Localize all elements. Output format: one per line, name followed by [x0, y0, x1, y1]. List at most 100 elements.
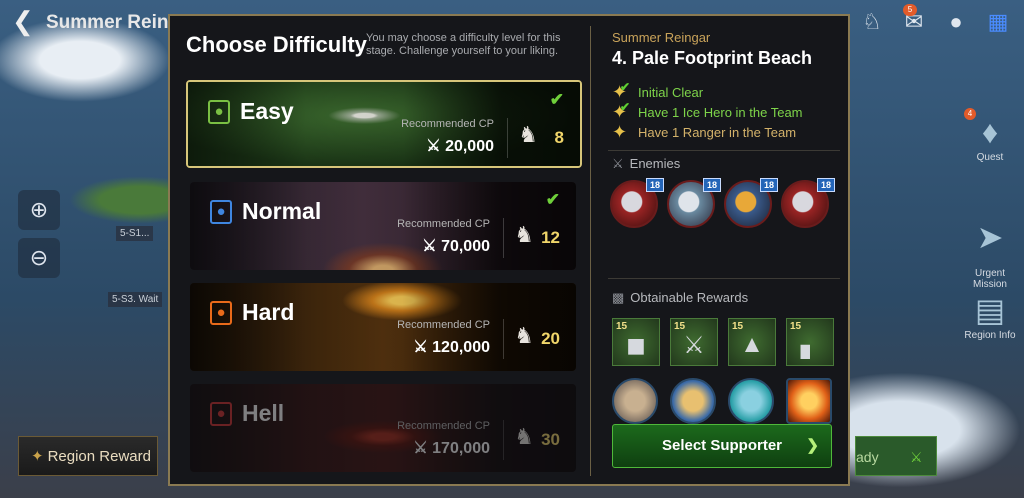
- map-node-label[interactable]: 5-S3. Wait: [108, 292, 163, 307]
- ready-button[interactable]: ady ⚔: [855, 436, 937, 476]
- chat-icon[interactable]: ●: [942, 8, 970, 36]
- swords-icon: ⚔: [422, 238, 442, 255]
- difficulty-name: Hard: [242, 299, 295, 325]
- recommended-cp-label: Recommended CP: [397, 218, 490, 230]
- mission-text: Have 1 Ice Hero in the Team: [638, 104, 803, 120]
- swords-icon: ⚔: [413, 440, 433, 457]
- helmet-icon: ▲: [740, 331, 764, 358]
- hero-portrait[interactable]: [670, 378, 716, 424]
- region-reward-button[interactable]: ✦ Region Reward: [18, 436, 158, 476]
- select-supporter-button[interactable]: Select Supporter ❯: [612, 424, 832, 468]
- difficulty-name: Easy: [240, 98, 294, 124]
- stamina-cost: 30: [541, 430, 560, 449]
- check-icon: ✔: [620, 79, 631, 94]
- enemy-level: 18: [645, 178, 664, 192]
- boots-icon: ▖: [800, 332, 820, 359]
- stamina-horse-icon: ♞: [518, 122, 538, 147]
- difficulty-name: Normal: [242, 198, 322, 224]
- reward-item[interactable]: 15 ◼: [612, 318, 660, 366]
- chest-icon: ▩: [612, 290, 625, 305]
- back-arrow-icon[interactable]: ❮: [12, 8, 34, 34]
- quest-badge: 4: [964, 108, 976, 120]
- sidebar-item-urgent-mission[interactable]: ➤ Urgent Mission: [962, 206, 1018, 301]
- stamina-cost: 20: [541, 329, 560, 348]
- region-map-icon: ▤: [974, 292, 1006, 328]
- halberd-icon: ⚔: [683, 332, 705, 359]
- difficulty-name: Hell: [242, 400, 285, 426]
- rewards-header: ▩ Obtainable Rewards: [612, 290, 749, 305]
- swords-icon: ⚔: [413, 339, 433, 356]
- difficulty-hell[interactable]: ● Hell Recommended CP ⚔ 170,000 ♞ 30: [190, 384, 576, 472]
- urgent-mission-icon: ➤: [976, 219, 1004, 255]
- skull-shield-icon: ●: [210, 402, 232, 426]
- recommended-cp-value: ⚔ 170,000: [413, 440, 490, 457]
- shield-icon: ●: [210, 301, 232, 325]
- enemy-level: 18: [702, 178, 721, 192]
- reward-item[interactable]: 15 ⚔: [670, 318, 718, 366]
- recommended-cp-value: ⚔ 20,000: [426, 138, 494, 155]
- mission-item: ✦ Have 1 Ranger in the Team: [612, 122, 803, 142]
- enemies-header: ⚔ Enemies: [612, 156, 681, 171]
- chest-armor-icon: ◼: [626, 332, 646, 359]
- sidebar-item-label: Quest: [976, 152, 1004, 163]
- panel-title: Choose Difficulty: [186, 32, 367, 57]
- hero-portrait[interactable]: [786, 378, 832, 424]
- recommended-cp-value: ⚔ 120,000: [413, 339, 490, 356]
- shield-icon: ●: [208, 100, 230, 124]
- mission-text: Have 1 Ranger in the Team: [638, 124, 797, 140]
- shield-icon: ●: [210, 200, 232, 224]
- recommended-cp-label: Recommended CP: [401, 118, 494, 130]
- reward-item[interactable]: 15 ▖: [786, 318, 834, 366]
- sidebar-item-label: Urgent Mission: [973, 268, 1007, 290]
- choose-difficulty-panel: Choose Difficulty You may choose a diffi…: [168, 14, 850, 486]
- enemy-portrait[interactable]: 18: [781, 178, 835, 228]
- stage-info: Summer Reingar 4. Pale Footprint Beach ✦…: [600, 16, 848, 484]
- enemy-portrait[interactable]: 18: [667, 178, 721, 228]
- recommended-cp-value: ⚔ 70,000: [422, 238, 490, 255]
- mission-list: ✦ ✔ Initial Clear ✦ ✔ Have 1 Ice Hero in t…: [612, 79, 803, 142]
- mail-badge: 5: [903, 4, 917, 16]
- star-icon: ✦: [612, 121, 628, 142]
- map-node-label[interactable]: 5-S1...: [116, 226, 154, 241]
- stamina-cost: 8: [554, 128, 564, 147]
- panel-divider: [590, 26, 591, 476]
- enemy-portrait[interactable]: 18: [610, 178, 664, 228]
- difficulty-normal[interactable]: ● Normal Recommended CP ⚔ 70,000 ♞ 12 ✔: [190, 182, 576, 270]
- grid-menu-icon[interactable]: ▦: [984, 8, 1012, 36]
- ready-label: ady: [856, 449, 879, 465]
- stamina-cost: 12: [541, 228, 560, 247]
- zoom-out-button[interactable]: ⊖: [18, 238, 60, 278]
- reward-item[interactable]: 15 ▲: [728, 318, 776, 366]
- enemy-portrait[interactable]: 18: [724, 178, 778, 228]
- stamina-horse-icon: ♞: [514, 323, 534, 348]
- difficulty-hard[interactable]: ● Hard Recommended CP ⚔ 120,000 ♞ 20: [190, 283, 576, 371]
- mission-item: ✦ ✔ Have 1 Ice Hero in the Team: [612, 99, 803, 122]
- hero-portrait[interactable]: [612, 378, 658, 424]
- cleared-check-icon: ✔: [545, 190, 560, 209]
- zoom-in-icon: ⊕: [29, 197, 49, 222]
- stage-title: 4. Pale Footprint Beach: [612, 48, 813, 68]
- hero-portrait[interactable]: [728, 378, 774, 424]
- chevron-right-icon: ❯: [806, 437, 819, 454]
- crossed-swords-icon: ⚔: [612, 156, 624, 171]
- stage-region: Summer Reingar: [612, 30, 711, 45]
- enemy-level: 18: [759, 178, 778, 192]
- sidebar-item-region-info[interactable]: ▤ Region Info: [962, 290, 1018, 341]
- difficulty-easy[interactable]: ● Easy Recommended CP ⚔ 20,000 ♞ 8 ✔: [186, 80, 582, 168]
- region-reward-label: Region Reward: [47, 448, 151, 465]
- difficulty-list: Choose Difficulty You may choose a diffi…: [170, 16, 590, 484]
- zoom-out-icon: ⊖: [29, 245, 49, 270]
- enemy-level: 18: [816, 178, 835, 192]
- recommended-cp-label: Recommended CP: [397, 420, 490, 432]
- check-icon: ✔: [620, 99, 631, 114]
- swords-icon: ⚔: [426, 138, 446, 155]
- stamina-horse-icon: ♞: [514, 424, 534, 449]
- recommended-cp-label: Recommended CP: [397, 319, 490, 331]
- star-icon: ✦: [31, 448, 44, 465]
- team-icon[interactable]: ♘: [858, 8, 886, 36]
- star-icon: ✦ ✔: [612, 99, 631, 122]
- zoom-in-button[interactable]: ⊕: [18, 190, 60, 230]
- sidebar-item-label: Region Info: [964, 330, 1016, 341]
- select-supporter-label: Select Supporter: [661, 437, 783, 454]
- mission-text: Initial Clear: [638, 84, 704, 100]
